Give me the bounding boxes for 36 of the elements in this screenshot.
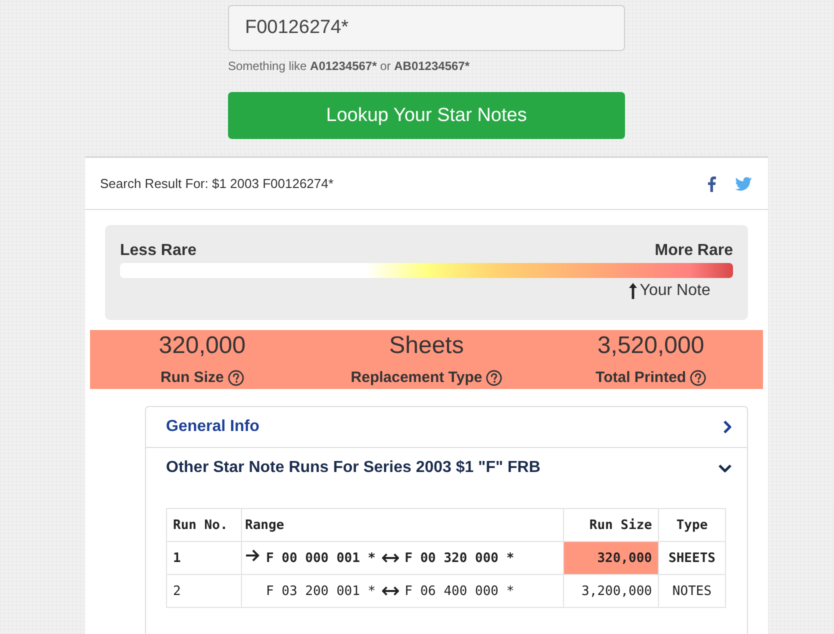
table-cell: 320,000: [564, 542, 658, 574]
help-icon[interactable]: [690, 370, 706, 386]
less-rare-label: Less Rare: [120, 242, 196, 260]
range-start: F 03 200 001 *: [266, 584, 376, 598]
stat-label: Total Printed: [596, 369, 686, 386]
search-field[interactable]: F00126274*: [228, 5, 625, 51]
column-header: Range: [242, 508, 564, 542]
column-header: Run No.: [166, 508, 242, 542]
range-end: F 00 320 000 *: [404, 550, 514, 566]
table-cell: 1: [166, 542, 242, 574]
your-note-label: Your Note: [640, 282, 710, 300]
table-cell: 2: [166, 574, 242, 608]
chevron-right-icon: [723, 420, 732, 434]
right-arrow-icon: [245, 548, 260, 562]
section-header[interactable]: Other Star Note Runs For Series 2003 $1 "F" FRB: [146, 447, 747, 488]
result-title: Search Result For: $1 2003 F00126274*: [100, 176, 334, 191]
more-rare-label: More Rare: [654, 242, 733, 260]
table-cell: 3,200,000: [564, 574, 658, 608]
help-icon[interactable]: [228, 370, 244, 386]
double-arrow-icon: [382, 553, 399, 563]
table-cell: SHEETS: [658, 542, 726, 574]
help-icon[interactable]: [486, 370, 502, 386]
stat-value: 3,520,000: [597, 332, 704, 360]
range-start: F 00 000 001 *: [266, 550, 376, 566]
search-hint: Something like A01234567* or AB01234567*: [228, 58, 471, 74]
chevron-down-icon: [718, 464, 732, 472]
table-cell: NOTES: [658, 574, 726, 608]
stat-label: Run Size: [160, 369, 224, 386]
column-header: Type: [658, 508, 726, 542]
stat-label: Replacement Type: [350, 369, 482, 386]
facebook-icon[interactable]: [707, 176, 716, 192]
stat-value: Sheets: [389, 332, 464, 360]
stat-value: 320,000: [158, 332, 246, 360]
double-arrow-icon: [382, 586, 399, 596]
section-header[interactable]: General Info: [146, 407, 747, 447]
range-end: F 06 400 000 *: [404, 584, 514, 598]
